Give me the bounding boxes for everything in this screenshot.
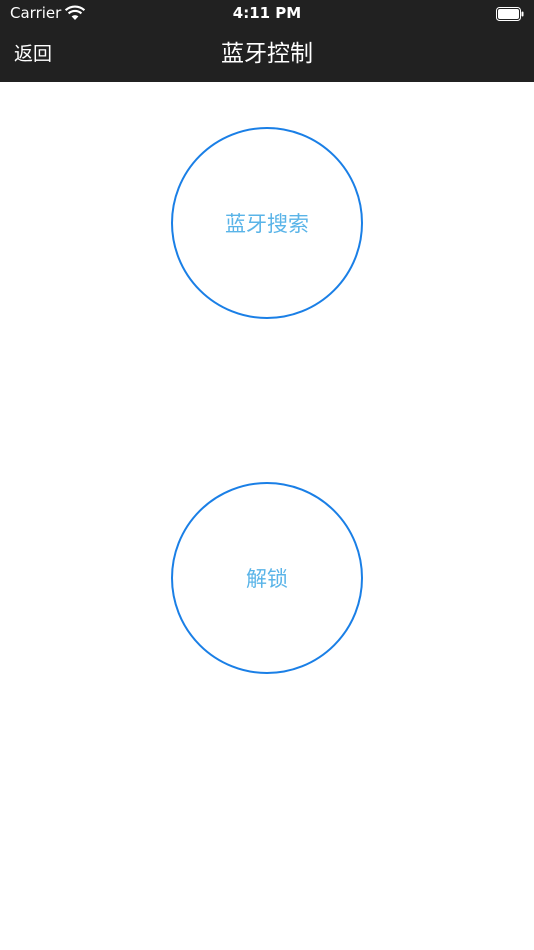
unlock-button[interactable]: 解锁 <box>171 482 363 674</box>
page-title: 蓝牙控制 <box>221 41 313 67</box>
unlock-label: 解锁 <box>246 567 288 591</box>
status-bar: Carrier 4:11 PM <box>0 0 534 27</box>
bluetooth-search-button[interactable]: 蓝牙搜索 <box>171 127 363 319</box>
status-time: 4:11 PM <box>232 4 302 22</box>
bluetooth-search-label: 蓝牙搜索 <box>225 212 309 236</box>
battery-icon <box>496 6 524 21</box>
navigation-bar: 返回 蓝牙控制 <box>0 27 534 82</box>
